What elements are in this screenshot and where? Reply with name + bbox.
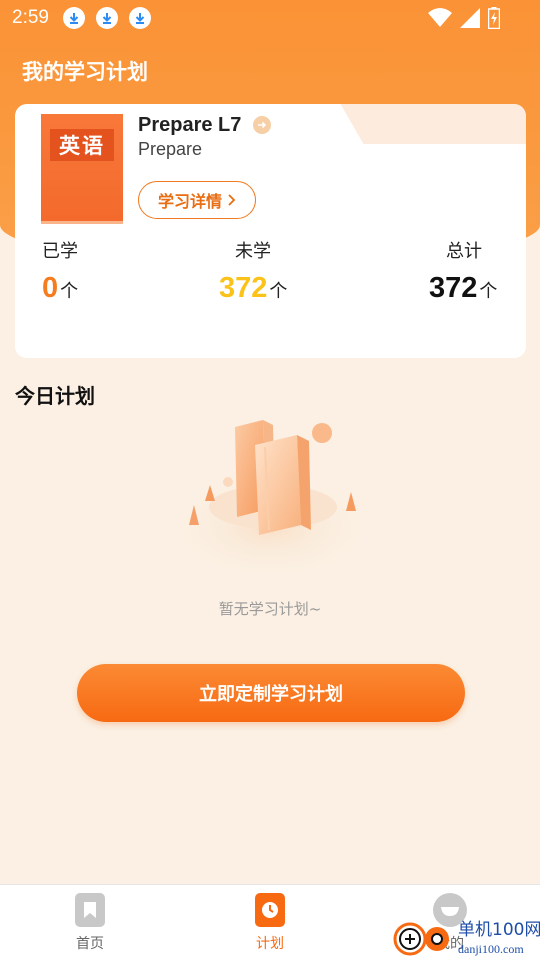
learned-stat: 0 个	[42, 272, 78, 305]
bookmark-icon	[75, 893, 105, 927]
total-count: 372	[429, 272, 478, 304]
download-icon	[128, 7, 151, 29]
unlearned-stat: 372 个	[219, 272, 287, 305]
switch-book-icon[interactable]	[253, 116, 271, 134]
watermark-site: 单机100网	[458, 920, 540, 940]
status-icons	[428, 7, 500, 29]
total-label: 总计	[446, 241, 482, 262]
download-icon	[62, 7, 85, 29]
download-icon	[95, 7, 118, 29]
tab-plan[interactable]: 计划	[230, 893, 310, 953]
status-time: 2:59	[12, 7, 49, 28]
tab-home[interactable]: 首页	[50, 893, 130, 953]
tab-plan-label: 计划	[256, 936, 284, 952]
clock-icon	[255, 893, 285, 927]
empty-books-illustration	[170, 420, 370, 579]
unlearned-label: 未学	[235, 241, 271, 262]
signal-icon	[460, 8, 480, 28]
card-decoration	[366, 104, 526, 144]
today-plan-title: 今日计划	[15, 384, 95, 408]
empty-plan-text: 暂无学习计划~	[218, 600, 322, 618]
learned-unit: 个	[60, 281, 79, 302]
study-detail-label: 学习详情	[157, 192, 222, 211]
book-card: 英语 Prepare L7 Prepare 学习详情 已学 0 个 未学 372…	[15, 104, 526, 358]
wifi-icon	[428, 8, 452, 27]
tab-home-label: 首页	[76, 936, 104, 952]
study-detail-button[interactable]: 学习详情	[138, 181, 256, 219]
unlearned-count: 372	[219, 272, 268, 304]
book-subtitle: Prepare	[138, 139, 203, 159]
book-cover-label: 英语	[50, 129, 114, 161]
learned-label: 已学	[42, 241, 78, 262]
site-watermark: 单机100网 danji100.com	[393, 920, 540, 956]
watermark-url: danji100.com	[458, 942, 524, 956]
total-unit: 个	[479, 281, 498, 302]
book-cover[interactable]: 英语	[41, 114, 123, 224]
status-bar: 2:59	[0, 0, 540, 36]
chevron-right-icon	[228, 194, 236, 206]
book-title: Prepare L7	[138, 114, 242, 136]
page-title: 我的学习计划	[22, 60, 148, 84]
battery-icon	[488, 7, 500, 29]
learned-count: 0	[42, 272, 59, 304]
total-stat: 372 个	[429, 272, 497, 305]
create-plan-button[interactable]: 立即定制学习计划	[77, 664, 465, 722]
unlearned-unit: 个	[269, 281, 288, 302]
